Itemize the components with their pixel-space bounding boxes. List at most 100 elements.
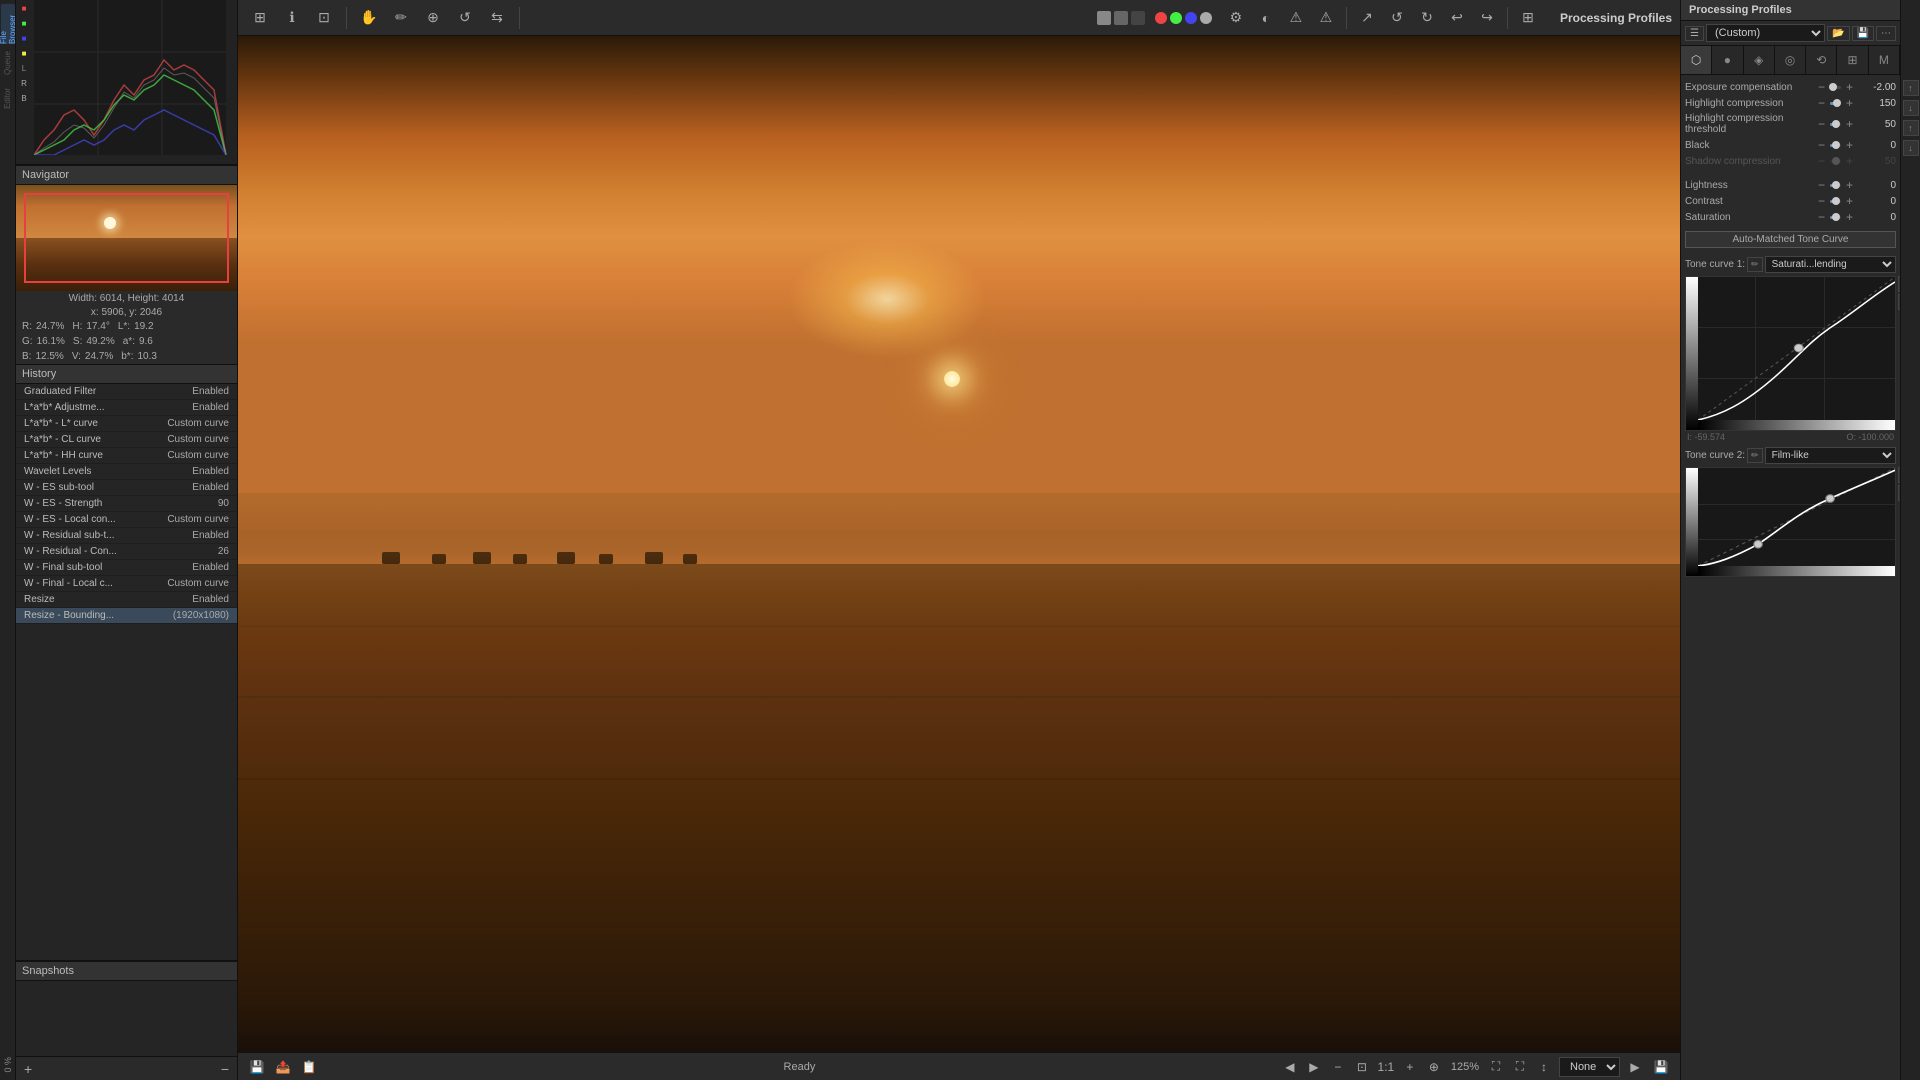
lightness-thumb[interactable] [1832,181,1840,189]
green-channel-btn[interactable] [1170,12,1182,24]
tool-flip-button[interactable]: ⇆ [483,4,511,32]
rotate-view-button[interactable]: ↕ [1533,1056,1555,1078]
tool-straighten-button[interactable]: ↺ [451,4,479,32]
highlight-comp-thumb[interactable] [1833,99,1841,107]
history-item-5[interactable]: Wavelet LevelsEnabled [16,464,237,480]
profile-icon-button[interactable]: ☰ [1685,26,1704,41]
zoom-in-button[interactable]: + [1399,1056,1421,1078]
profile-dropdown[interactable]: None [1559,1057,1620,1077]
next-image-button[interactable]: ▶ [1303,1056,1325,1078]
profile-options-button[interactable]: ⋯ [1876,26,1896,41]
history-item-1[interactable]: L*a*b* Adjustme...Enabled [16,400,237,416]
mode-btn-gray[interactable] [1097,11,1111,25]
tool-expand-button[interactable]: ⊞ [246,4,274,32]
highlight-thresh-plus[interactable]: + [1845,118,1854,130]
zoom-fit-button[interactable]: ⊡ [1351,1056,1373,1078]
history-item-10[interactable]: W - Residual - Con...26 [16,544,237,560]
adj-tab-local[interactable]: ◎ [1775,46,1806,74]
editor-tab[interactable]: Editor [1,82,15,114]
tc2-type-button[interactable]: ✏ [1747,448,1763,463]
tc2-add-point-button[interactable]: + [1898,467,1900,483]
ri-button-2[interactable]: ↓ [1903,100,1919,116]
prev-image-button[interactable]: ◀ [1279,1056,1301,1078]
warning-button-2[interactable]: ⚠ [1312,4,1340,32]
history-item-13[interactable]: ResizeEnabled [16,592,237,608]
black-track[interactable] [1830,144,1841,147]
hist-icon-3[interactable]: ■ [18,34,30,46]
shadow-highlight-button[interactable]: ◐ [1252,4,1280,32]
snapshot-add-button[interactable]: + [24,1061,32,1077]
history-item-12[interactable]: W - Final - Local c...Custom curve [16,576,237,592]
mode-btn-darker[interactable] [1131,11,1145,25]
blue-channel-btn[interactable] [1185,12,1197,24]
profile-load-button[interactable]: 📂 [1827,26,1849,41]
black-plus[interactable]: + [1845,139,1854,151]
highlight-thresh-thumb[interactable] [1832,120,1840,128]
zoom-custom-button[interactable]: ⊕ [1423,1056,1445,1078]
exposure-comp-minus[interactable]: − [1817,81,1826,93]
history-item-8[interactable]: W - ES - Local con...Custom curve [16,512,237,528]
tc1-add-point-button[interactable]: + [1898,276,1900,292]
adj-tab-raw[interactable]: ⊞ [1837,46,1868,74]
tc1-type-button[interactable]: ✏ [1747,257,1763,272]
hist-icon-4[interactable]: ■ [18,49,30,61]
history-item-3[interactable]: L*a*b* - CL curveCustom curve [16,432,237,448]
ri-button-1[interactable]: ↑ [1903,80,1919,96]
tc1-canvas[interactable] [1685,276,1896,431]
history-item-14[interactable]: Resize - Bounding...(1920x1080) [16,608,237,624]
saturation-minus[interactable]: − [1817,211,1826,223]
highlight-thresh-track[interactable] [1830,123,1841,126]
saturation-thumb[interactable] [1832,213,1840,221]
hist-icon-1[interactable]: ■ [18,4,30,16]
lightness-plus[interactable]: + [1845,179,1854,191]
history-item-0[interactable]: Graduated FilterEnabled [16,384,237,400]
profile-select[interactable]: (Custom) [1706,24,1825,42]
contrast-track[interactable] [1830,200,1841,203]
queue-tab[interactable]: Queue [1,47,15,79]
adj-tab-color[interactable]: ● [1712,46,1743,74]
history-item-9[interactable]: W - Residual sub-t...Enabled [16,528,237,544]
send-button[interactable]: 📤 [272,1056,294,1078]
highlight-comp-plus[interactable]: + [1845,97,1854,109]
adj-tab-exposure[interactable]: ⬡ [1681,46,1712,74]
gray-channel-btn[interactable] [1200,12,1212,24]
history-item-6[interactable]: W - ES sub-toolEnabled [16,480,237,496]
settings-button[interactable]: ⚙ [1222,4,1250,32]
warning-button-1[interactable]: ⚠ [1282,4,1310,32]
panels-button[interactable]: ⊞ [1514,4,1542,32]
lightness-minus[interactable]: − [1817,179,1826,191]
shadow-comp-plus[interactable]: + [1845,155,1854,167]
adj-tab-meta[interactable]: M [1869,46,1900,74]
batch-button[interactable]: 📋 [298,1056,320,1078]
exposure-comp-track[interactable] [1830,86,1841,89]
history-item-4[interactable]: L*a*b* - HH curveCustom curve [16,448,237,464]
exposure-comp-thumb[interactable] [1829,83,1837,91]
tc2-canvas[interactable] [1685,467,1896,577]
history-item-7[interactable]: W - ES - Strength90 [16,496,237,512]
tool-info-button[interactable]: ℹ [278,4,306,32]
fullscreen-button[interactable]: ⛶ [1485,1056,1507,1078]
contrast-thumb[interactable] [1832,197,1840,205]
adj-tab-detail[interactable]: ◈ [1744,46,1775,74]
history-list[interactable]: Graduated FilterEnabledL*a*b* Adjustme..… [16,384,237,960]
rotate-ccw-button[interactable]: ↺ [1383,4,1411,32]
file-browser-tab[interactable]: File Browser [1,4,15,44]
export-button[interactable]: ↗ [1353,4,1381,32]
tc2-dropdown[interactable]: Film-like [1765,447,1896,464]
zoom-100-button[interactable]: 1:1 [1375,1056,1397,1078]
hist-icon-6[interactable]: R [18,79,30,91]
black-minus[interactable]: − [1817,139,1826,151]
tool-crop-button[interactable]: ⊕ [419,4,447,32]
tool-edit-button[interactable]: ✏ [387,4,415,32]
history-item-11[interactable]: W - Final sub-toolEnabled [16,560,237,576]
profile-apply-button[interactable]: ▶ [1624,1056,1646,1078]
tc1-remove-point-button[interactable]: − [1898,294,1900,310]
zoom-out-button[interactable]: − [1327,1056,1349,1078]
adj-tab-transform[interactable]: ⟲ [1806,46,1837,74]
lightness-track[interactable] [1830,184,1841,187]
contrast-minus[interactable]: − [1817,195,1826,207]
red-channel-btn[interactable] [1155,12,1167,24]
saturation-plus[interactable]: + [1845,211,1854,223]
auto-tone-button[interactable]: Auto-Matched Tone Curve [1685,231,1896,248]
saturation-track[interactable] [1830,216,1841,219]
